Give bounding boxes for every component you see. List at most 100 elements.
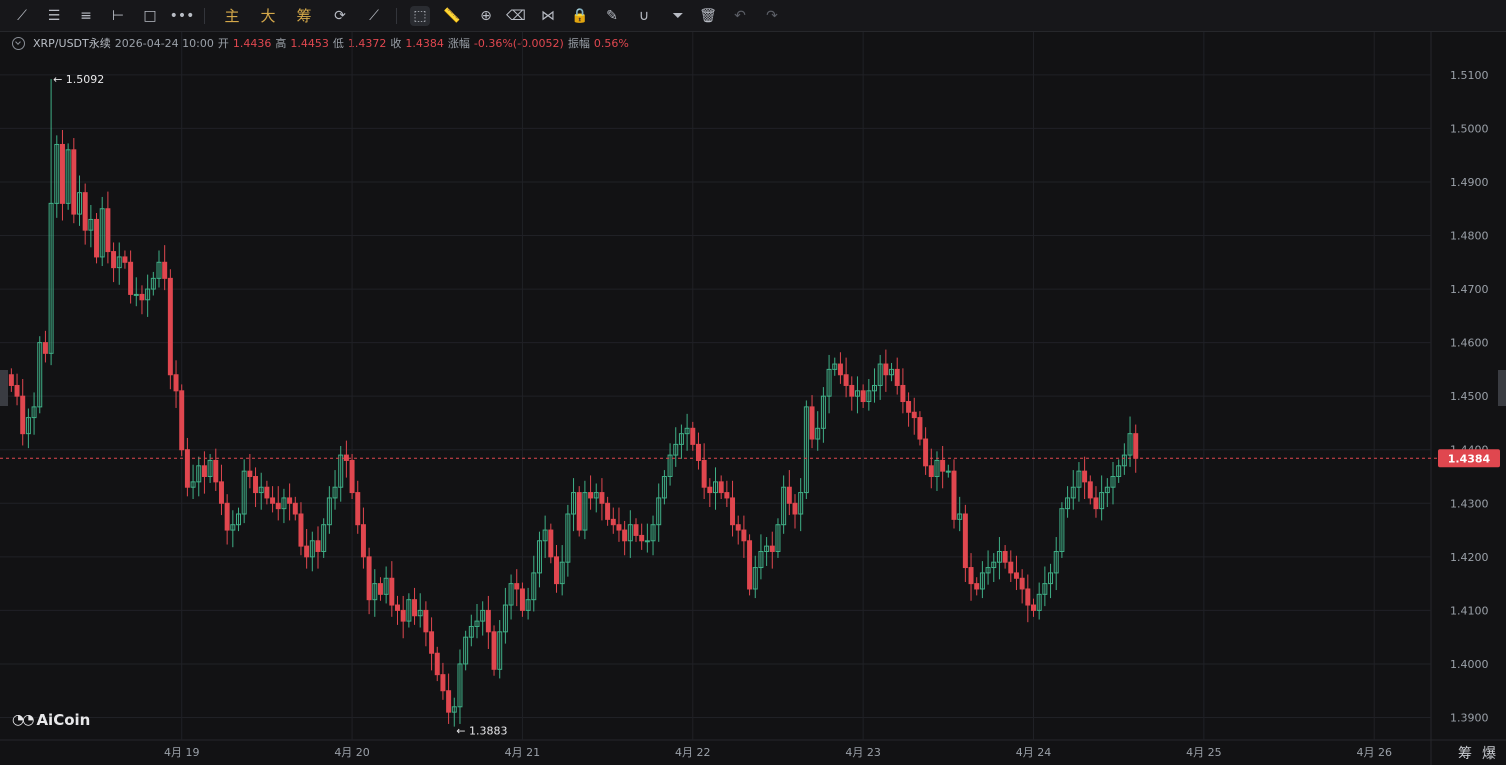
right-panel-toggle[interactable] — [1498, 370, 1506, 406]
candle-body — [792, 502, 798, 515]
candle-body — [610, 518, 616, 526]
candle-body — [94, 218, 100, 258]
parallel-lines-icon[interactable]: ≡ — [76, 6, 96, 26]
candle-body — [377, 583, 383, 595]
left-panel-toggle[interactable] — [0, 370, 8, 406]
candle-body — [360, 524, 366, 558]
candle-body — [1093, 497, 1099, 510]
main-indicator-button[interactable]: 主 — [222, 6, 242, 26]
candle-body — [735, 524, 741, 531]
candle-body — [633, 524, 639, 536]
candle-body — [82, 192, 88, 231]
candlestick-chart[interactable]: 1.39001.40001.41001.42001.43001.44001.45… — [0, 32, 1506, 765]
candle-body — [8, 374, 14, 386]
candle-body — [1013, 572, 1019, 579]
x-tick-label: 4月 25 — [1186, 746, 1222, 759]
candle-body — [71, 149, 77, 215]
x-tick-label: 4月 19 — [164, 746, 200, 759]
candle-body — [951, 470, 957, 520]
candle-body — [446, 690, 452, 713]
candle-body — [616, 524, 622, 531]
rectangle-icon[interactable]: □ — [140, 6, 160, 26]
x-tick-label: 4月 26 — [1356, 746, 1392, 759]
x-tick-label: 4月 21 — [505, 746, 541, 759]
candle-body — [639, 534, 645, 542]
notes-icon[interactable]: ✎ — [602, 6, 622, 26]
drawing-toolbar: ⟋ ☰ ≡ ⊢ □ ••• 主 大 筹 ⟳ ⟋ ⬚ 📏 ⊕ ⌫ ⋈ 🔒 ✎ ∪ … — [0, 0, 1506, 32]
candle-body — [843, 374, 849, 386]
candle-body — [514, 583, 520, 590]
candle-body — [298, 513, 304, 547]
candle-body — [554, 556, 559, 585]
candle-body — [292, 502, 298, 515]
candle-body — [849, 384, 855, 397]
logo-text: AiCoin — [36, 711, 91, 729]
toolbar-divider — [396, 8, 397, 24]
undo-icon[interactable]: ↶ — [730, 6, 750, 26]
candle-body — [906, 401, 912, 413]
candle-body — [440, 674, 446, 692]
x-tick-label: 4月 23 — [845, 746, 881, 759]
sync-icon[interactable]: ⟳ — [330, 6, 350, 26]
toolbar-divider — [204, 8, 205, 24]
candle-body — [167, 277, 173, 376]
candle-body — [485, 609, 491, 633]
trash-icon[interactable]: 🗑 — [698, 6, 718, 26]
aicoin-logo-mark-icon: ◔◔ — [12, 712, 34, 728]
candle-body — [747, 540, 753, 590]
max-price-label: ← 1.5092 — [53, 73, 104, 86]
candle-body — [923, 438, 929, 467]
candle-body — [928, 465, 934, 478]
candle-body — [837, 363, 843, 376]
horizontal-ray-icon[interactable]: ⊢ — [108, 6, 128, 26]
y-tick-label: 1.5100 — [1450, 69, 1489, 82]
big-order-button[interactable]: 大 — [258, 6, 278, 26]
candle-body — [179, 390, 185, 451]
candle-body — [343, 454, 349, 461]
liquidation-corner-button[interactable]: 爆 — [1482, 743, 1496, 763]
redo-icon[interactable]: ↷ — [762, 6, 782, 26]
candle-body — [769, 545, 775, 552]
candle-body — [218, 481, 224, 504]
select-icon[interactable]: ⬚ — [410, 6, 430, 26]
candle-body — [270, 497, 276, 504]
candle-body — [894, 368, 900, 386]
candle-body — [911, 411, 917, 419]
chip-corner-button[interactable]: 筹 — [1458, 743, 1472, 763]
candle-body — [1133, 433, 1139, 459]
candle-body — [718, 481, 724, 494]
candle-body — [548, 529, 554, 558]
candle-body — [423, 609, 429, 633]
zoom-icon[interactable]: ⊕ — [476, 6, 496, 26]
lock-icon[interactable]: 🔒 — [570, 6, 590, 26]
line-tool-icon[interactable]: ⟋ — [12, 6, 32, 26]
auto-draw-icon[interactable]: ⟋ — [364, 6, 384, 26]
candle-body — [349, 459, 355, 494]
candle-body — [786, 486, 792, 504]
pattern-icon[interactable]: ⋈ — [538, 6, 558, 26]
candle-body — [184, 449, 190, 488]
candle-body — [264, 486, 270, 499]
chip-distribution-button[interactable]: 筹 — [294, 6, 314, 26]
ruler-icon[interactable]: 📏 — [442, 6, 462, 26]
horizontal-lines-icon[interactable]: ☰ — [44, 6, 64, 26]
candle-body — [900, 384, 906, 403]
y-tick-label: 1.4600 — [1450, 337, 1489, 350]
candle-body — [162, 261, 168, 279]
more-tools-icon[interactable]: ••• — [170, 6, 195, 26]
candle-body — [1031, 604, 1036, 611]
candle-body — [139, 293, 145, 301]
candle-body — [962, 513, 968, 569]
eraser-icon[interactable]: ⌫ — [506, 6, 526, 26]
candle-body — [400, 609, 406, 622]
candle-body — [122, 256, 128, 263]
candle-body — [59, 143, 65, 204]
y-tick-label: 1.5000 — [1450, 122, 1489, 135]
x-tick-label: 4月 22 — [675, 746, 711, 759]
candle-body — [434, 652, 440, 676]
magnet-icon[interactable]: ∪ — [634, 6, 654, 26]
filter-icon[interactable]: ⏷ — [668, 6, 688, 26]
candle-body — [605, 502, 611, 520]
candle-body — [701, 459, 707, 488]
candle-body — [213, 459, 219, 483]
